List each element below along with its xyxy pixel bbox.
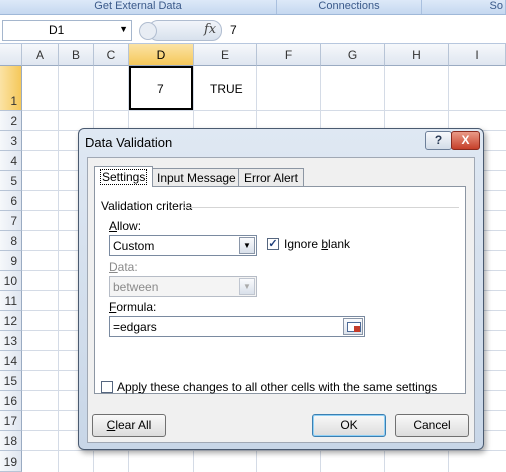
row-header-16[interactable]: 16 bbox=[0, 391, 22, 411]
close-button[interactable]: X bbox=[451, 131, 480, 150]
validation-criteria-label: Validation criteria bbox=[101, 199, 193, 213]
chevron-down-icon[interactable]: ▼ bbox=[239, 237, 255, 254]
formula-bar: D1 ▼ fx 7 bbox=[0, 16, 506, 44]
row-header-1[interactable]: 1 bbox=[0, 66, 22, 111]
tab-input-message[interactable]: Input Message bbox=[151, 168, 242, 186]
column-header-h[interactable]: H bbox=[385, 44, 449, 66]
row-header-14[interactable]: 14 bbox=[0, 351, 22, 371]
row-header-12[interactable]: 12 bbox=[0, 311, 22, 331]
gridline bbox=[58, 66, 59, 472]
column-header-c[interactable]: C bbox=[94, 44, 129, 66]
data-dropdown-value: between bbox=[113, 280, 159, 294]
row-header-7[interactable]: 7 bbox=[0, 211, 22, 231]
tab-settings-label: Settings bbox=[100, 169, 148, 185]
fx-icon: fx bbox=[204, 22, 217, 37]
formula-field[interactable]: =edgars bbox=[109, 316, 365, 337]
row-header-4[interactable]: 4 bbox=[0, 151, 22, 171]
cancel-button[interactable]: Cancel bbox=[395, 414, 469, 437]
data-label: Data: bbox=[109, 260, 138, 274]
ribbon-group-get-external-data[interactable]: Get External Data bbox=[0, 0, 277, 14]
gridline bbox=[22, 450, 506, 451]
formula-bar-expand-icon[interactable] bbox=[139, 22, 157, 40]
column-header-d[interactable]: D bbox=[129, 44, 194, 66]
cell-d1[interactable]: 7 bbox=[157, 82, 164, 96]
cell-e1[interactable]: TRUE bbox=[210, 82, 243, 96]
insert-function-button[interactable]: fx bbox=[139, 20, 222, 41]
row-header-5[interactable]: 5 bbox=[0, 171, 22, 191]
column-header-g[interactable]: G bbox=[321, 44, 385, 66]
apply-all-checkbox[interactable] bbox=[101, 381, 113, 393]
row-header-19[interactable]: 19 bbox=[0, 451, 22, 472]
name-box-value: D1 bbox=[49, 23, 65, 37]
name-box[interactable]: D1 ▼ bbox=[2, 20, 132, 41]
data-dropdown[interactable]: between ▼ bbox=[109, 276, 257, 297]
row-header-17[interactable]: 17 bbox=[0, 411, 22, 431]
ribbon-group-strip: Get External Data Connections So bbox=[0, 0, 506, 15]
settings-panel: Validation criteria Allow: Custom ▼ ✓ Ig… bbox=[94, 186, 466, 394]
gridline bbox=[22, 110, 506, 111]
dialog-body: Settings Input Message Error Alert Valid… bbox=[87, 157, 475, 443]
chevron-down-icon[interactable]: ▼ bbox=[119, 24, 128, 34]
column-header-b[interactable]: B bbox=[59, 44, 94, 66]
ignore-blank-label: Ignore blank bbox=[284, 237, 351, 251]
row-header-2[interactable]: 2 bbox=[0, 111, 22, 131]
dialog-title: Data Validation bbox=[85, 135, 173, 150]
formula-input-value: 7 bbox=[230, 23, 237, 37]
column-header-a[interactable]: A bbox=[22, 44, 59, 66]
row-header-3[interactable]: 3 bbox=[0, 131, 22, 151]
formula-label: Formula: bbox=[109, 300, 157, 314]
allow-label: Allow: bbox=[109, 219, 142, 233]
ribbon-group-connections[interactable]: Connections bbox=[277, 0, 422, 14]
row-header-13[interactable]: 13 bbox=[0, 331, 22, 351]
ignore-blank-checkbox[interactable]: ✓ bbox=[267, 238, 279, 250]
apply-all-label: Apply these changes to all other cells w… bbox=[117, 380, 438, 394]
select-all-corner[interactable] bbox=[0, 44, 22, 66]
formula-input[interactable]: 7 bbox=[226, 20, 504, 39]
column-header-f[interactable]: F bbox=[257, 44, 321, 66]
ok-button[interactable]: OK bbox=[312, 414, 386, 437]
help-button[interactable]: ? bbox=[425, 131, 452, 150]
chevron-down-icon[interactable]: ▼ bbox=[239, 278, 255, 295]
row-header-15[interactable]: 15 bbox=[0, 371, 22, 391]
data-validation-dialog: Data Validation ? X Settings Input Messa… bbox=[78, 128, 484, 450]
range-select-icon[interactable] bbox=[343, 318, 363, 335]
row-header-8[interactable]: 8 bbox=[0, 231, 22, 251]
column-header-i[interactable]: I bbox=[449, 44, 506, 66]
ribbon-group-sort[interactable]: So bbox=[422, 0, 506, 14]
row-header-18[interactable]: 18 bbox=[0, 431, 22, 451]
row-header-10[interactable]: 10 bbox=[0, 271, 22, 291]
group-divider bbox=[183, 207, 459, 208]
tab-settings[interactable]: Settings bbox=[94, 166, 154, 187]
allow-dropdown-value: Custom bbox=[113, 239, 155, 253]
formula-field-value: =edgars bbox=[113, 320, 157, 334]
tab-error-alert[interactable]: Error Alert bbox=[238, 168, 305, 186]
clear-all-button[interactable]: Clear All bbox=[92, 414, 166, 437]
row-header-6[interactable]: 6 bbox=[0, 191, 22, 211]
allow-dropdown[interactable]: Custom ▼ bbox=[109, 235, 257, 256]
column-header-e[interactable]: E bbox=[194, 44, 257, 66]
row-header-9[interactable]: 9 bbox=[0, 251, 22, 271]
row-header-11[interactable]: 11 bbox=[0, 291, 22, 311]
